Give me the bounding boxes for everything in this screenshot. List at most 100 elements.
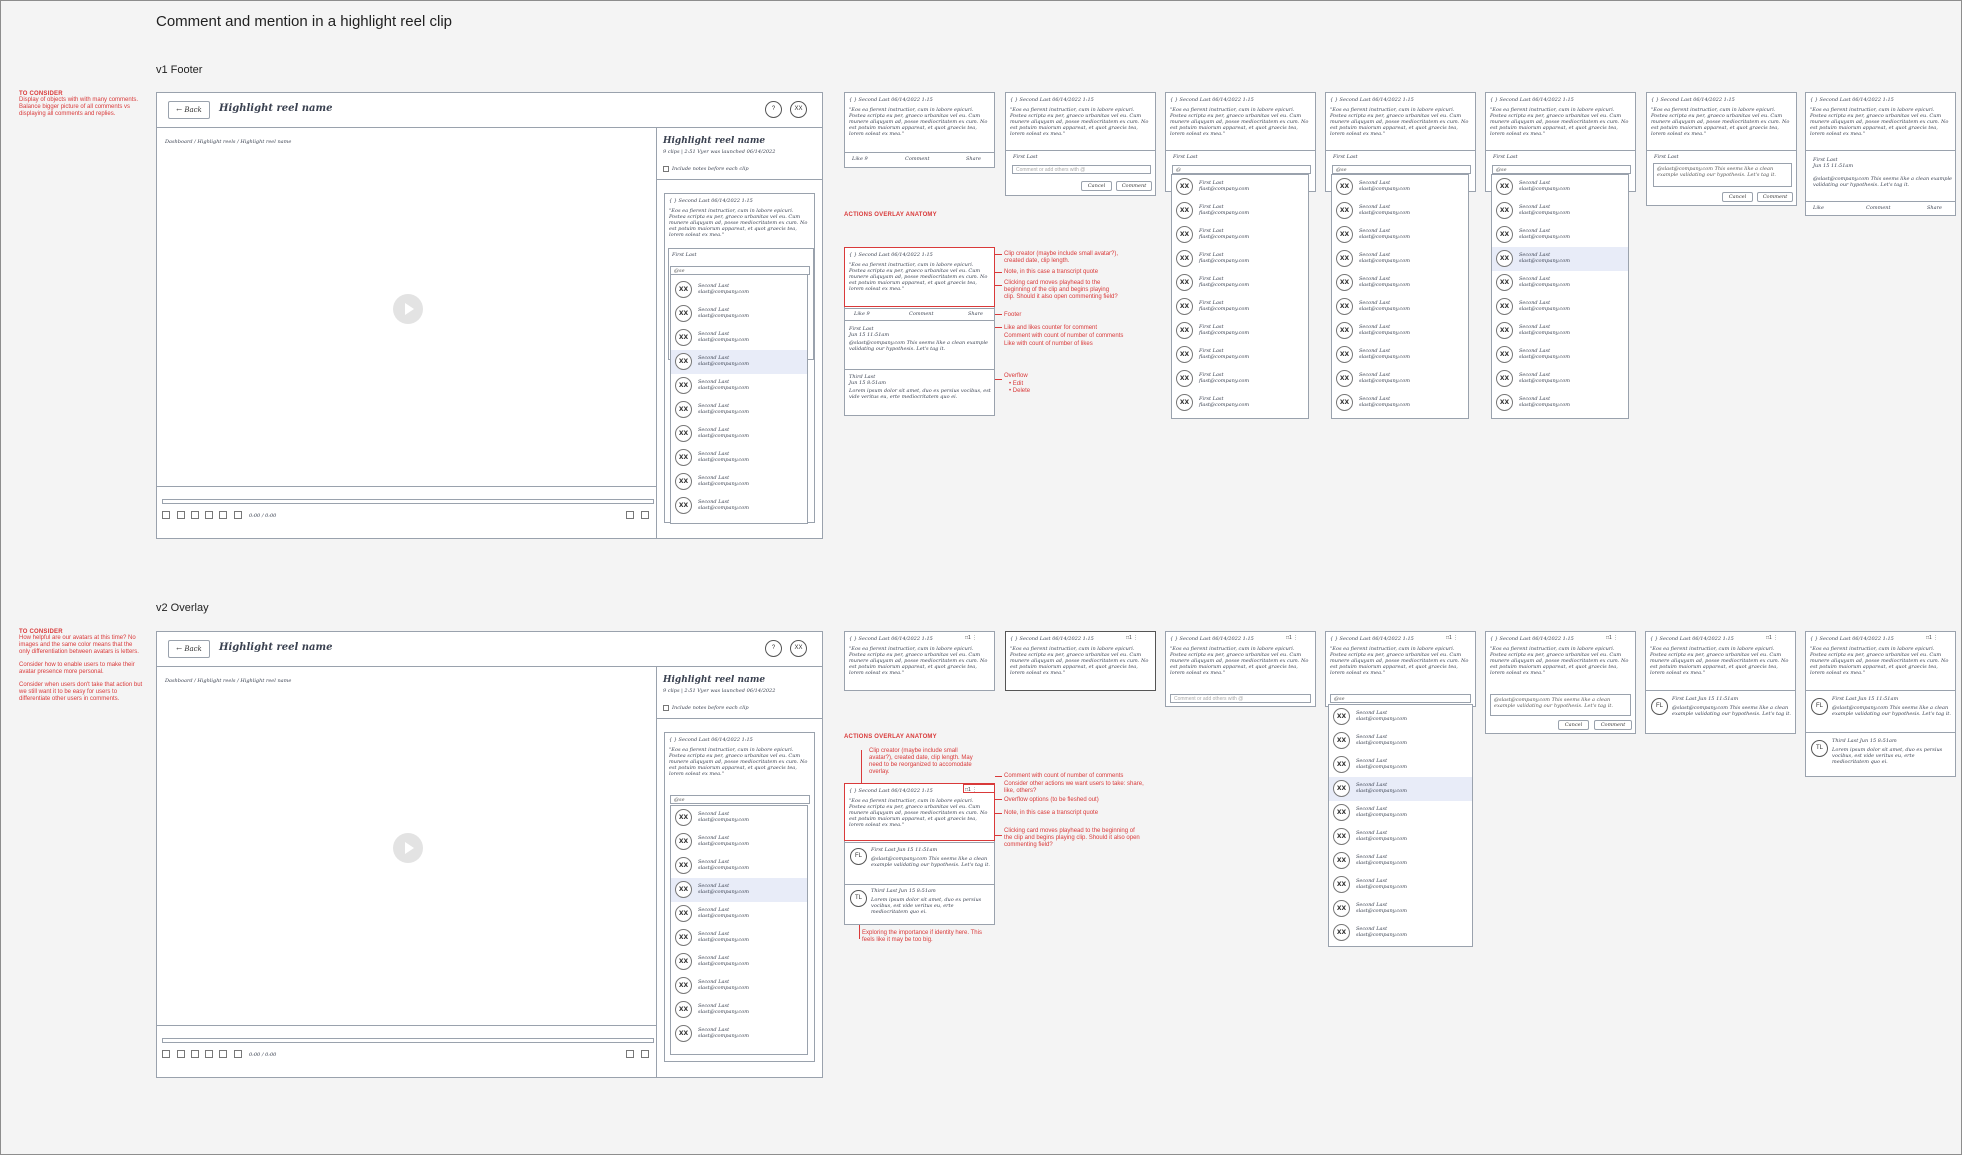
overlay-actions[interactable]: □1 ⋮ — [1766, 635, 1778, 641]
mention-option[interactable]: XX First Last flast@company.com — [1172, 199, 1308, 223]
mention-option[interactable]: XX Second Last slast@company.com — [671, 1022, 807, 1046]
mention-option[interactable]: XX First Last flast@company.com — [1172, 247, 1308, 271]
scrubber[interactable] — [162, 1038, 654, 1043]
mention-option[interactable]: XX Second Last slast@company.com — [671, 806, 807, 830]
mention-option[interactable]: XX First Last flast@company.com — [1172, 367, 1308, 391]
control-icon[interactable] — [191, 1050, 199, 1058]
mention-option[interactable]: XX Second Last slast@company.com — [1329, 801, 1472, 825]
mention-option[interactable]: XX First Last flast@company.com — [1172, 319, 1308, 343]
control-icon[interactable] — [177, 511, 185, 519]
avatar[interactable]: XX — [790, 640, 807, 657]
mention-option[interactable]: XX Second Last slast@company.com — [1332, 343, 1468, 367]
mention-option[interactable]: XX First Last flast@company.com — [1172, 175, 1308, 199]
comment-input[interactable]: Comment or add others with @ — [1170, 694, 1311, 703]
mention-option[interactable]: XX Second Last slast@company.com — [1332, 223, 1468, 247]
overlay-actions[interactable]: □1 ⋮ — [1926, 635, 1938, 641]
include-notes-checkbox[interactable] — [663, 166, 669, 172]
control-icon[interactable] — [219, 511, 227, 519]
mention-option[interactable]: XX Second Last slast@company.com — [1332, 391, 1468, 415]
mention-option[interactable]: XX Second Last slast@company.com — [1492, 343, 1628, 367]
overlay-actions[interactable]: □1 ⋮ — [965, 635, 977, 641]
overlay-actions[interactable]: □1 ⋮ — [1606, 635, 1618, 641]
state-card[interactable]: { } Second Last 06/14/2022 1:15 □1 ⋮ "Eo… — [1005, 631, 1156, 691]
state-card[interactable]: { } Second Last 06/14/2022 1:15 "Eos ea … — [844, 92, 995, 168]
control-icon[interactable] — [162, 1050, 170, 1058]
avatar[interactable]: XX — [790, 101, 807, 118]
mention-option[interactable]: XX Second Last slast@company.com — [671, 950, 807, 974]
mention-option[interactable]: XX Second Last slast@company.com — [671, 926, 807, 950]
mention-option[interactable]: XX Second Last slast@company.com — [1329, 729, 1472, 753]
mention-option[interactable]: XX Second Last slast@company.com — [1329, 897, 1472, 921]
comment-input[interactable]: @se — [670, 795, 810, 804]
state-card[interactable]: { } Second Last 06/14/2022 1:15 □1 ⋮ "Eo… — [844, 631, 995, 691]
control-icon[interactable] — [234, 511, 242, 519]
state-card[interactable]: { } Second Last 06/14/2022 1:15 "Eos ea … — [1646, 92, 1797, 206]
mention-option-highlighted[interactable]: XX Second Last slast@company.com — [671, 350, 807, 374]
mention-option[interactable]: XX Second Last slast@company.com — [1329, 921, 1472, 945]
mention-option-highlighted[interactable]: XX Second Last slast@company.com — [671, 878, 807, 902]
mention-option[interactable]: XX Second Last slast@company.com — [1492, 391, 1628, 415]
help-icon[interactable]: ? — [765, 101, 782, 118]
back-button[interactable]: ← Back — [168, 640, 210, 658]
mention-option[interactable]: XX Second Last slast@company.com — [1329, 705, 1472, 729]
state-card[interactable]: { } Second Last 06/14/2022 1:15 "Eos ea … — [1805, 92, 1956, 216]
mention-option[interactable]: XX Second Last slast@company.com — [1329, 825, 1472, 849]
mention-option[interactable]: XX Second Last slast@company.com — [1492, 319, 1628, 343]
mention-option[interactable]: XX Second Last slast@company.com — [671, 998, 807, 1022]
include-notes-checkbox[interactable] — [663, 705, 669, 711]
mention-option[interactable]: XX Second Last slast@company.com — [671, 446, 807, 470]
control-icon[interactable] — [191, 511, 199, 519]
mention-option[interactable]: XX Second Last slast@company.com — [671, 494, 807, 518]
mention-option[interactable]: XX Second Last slast@company.com — [1332, 247, 1468, 271]
mention-option[interactable]: XX Second Last slast@company.com — [671, 374, 807, 398]
mention-option[interactable]: XX First Last flast@company.com — [1172, 391, 1308, 415]
mention-option[interactable]: XX Second Last slast@company.com — [671, 422, 807, 446]
control-icon[interactable] — [641, 1050, 649, 1058]
mention-option[interactable]: XX Second Last slast@company.com — [671, 902, 807, 926]
play-icon[interactable] — [393, 833, 423, 863]
mention-option[interactable]: XX Second Last slast@company.com — [671, 326, 807, 350]
control-icon[interactable] — [162, 511, 170, 519]
mention-option[interactable]: XX Second Last slast@company.com — [1332, 271, 1468, 295]
state-card[interactable]: { } Second Last 06/14/2022 1:15 □1 ⋮ "Eo… — [1325, 631, 1476, 707]
mention-option[interactable]: XX Second Last slast@company.com — [671, 278, 807, 302]
play-icon[interactable] — [393, 294, 423, 324]
breadcrumb[interactable]: Dashboard / Highlight reels / Highlight … — [165, 678, 291, 684]
mention-option[interactable]: XX First Last flast@company.com — [1172, 223, 1308, 247]
mention-option[interactable]: XX Second Last slast@company.com — [1492, 271, 1628, 295]
overlay-actions[interactable]: □1 ⋮ — [1446, 635, 1458, 641]
mention-option[interactable]: XX Second Last slast@company.com — [1492, 367, 1628, 391]
mention-option[interactable]: XX Second Last slast@company.com — [671, 398, 807, 422]
help-icon[interactable]: ? — [765, 640, 782, 657]
mention-option[interactable]: XX First Last flast@company.com — [1172, 271, 1308, 295]
control-icon[interactable] — [205, 1050, 213, 1058]
control-icon[interactable] — [219, 1050, 227, 1058]
mention-option[interactable]: XX Second Last slast@company.com — [1332, 199, 1468, 223]
mention-option[interactable]: XX Second Last slast@company.com — [1492, 199, 1628, 223]
control-icon[interactable] — [205, 511, 213, 519]
comment-input[interactable]: Comment or add others with @ — [1012, 165, 1151, 174]
mention-option[interactable]: XX Second Last slast@company.com — [1329, 753, 1472, 777]
back-button[interactable]: ← Back — [168, 101, 210, 119]
mention-option[interactable]: XX Second Last slast@company.com — [1492, 295, 1628, 319]
mention-option-highlighted[interactable]: XX Second Last slast@company.com — [1492, 247, 1628, 271]
control-icon[interactable] — [626, 1050, 634, 1058]
mention-option[interactable]: XX Second Last slast@company.com — [1332, 295, 1468, 319]
state-card[interactable]: { } Second Last 06/14/2022 1:15 □1 ⋮ "Eo… — [1805, 631, 1956, 777]
mention-option[interactable]: XX Second Last slast@company.com — [1332, 319, 1468, 343]
overlay-actions[interactable]: □1 ⋮ — [1126, 635, 1138, 641]
mention-option[interactable]: XX Second Last slast@company.com — [671, 974, 807, 998]
comment-button[interactable]: Comment — [1757, 192, 1793, 202]
control-icon[interactable] — [626, 511, 634, 519]
cancel-button[interactable]: Cancel — [1558, 720, 1589, 730]
scrubber[interactable] — [162, 499, 654, 504]
control-icon[interactable] — [641, 511, 649, 519]
breadcrumb[interactable]: Dashboard / Highlight reels / Highlight … — [165, 139, 291, 145]
mention-option[interactable]: XX First Last flast@company.com — [1172, 343, 1308, 367]
mention-option[interactable]: XX Second Last slast@company.com — [1332, 175, 1468, 199]
state-card[interactable]: { } Second Last 06/14/2022 1:15 □1 ⋮ "Eo… — [1485, 631, 1636, 734]
state-card[interactable]: { } Second Last 06/14/2022 1:15 □1 ⋮ "Eo… — [1165, 631, 1316, 707]
mention-option-highlighted[interactable]: XX Second Last slast@company.com — [1329, 777, 1472, 801]
mention-option[interactable]: XX Second Last slast@company.com — [671, 470, 807, 494]
comment-button[interactable]: Comment — [1116, 181, 1152, 191]
